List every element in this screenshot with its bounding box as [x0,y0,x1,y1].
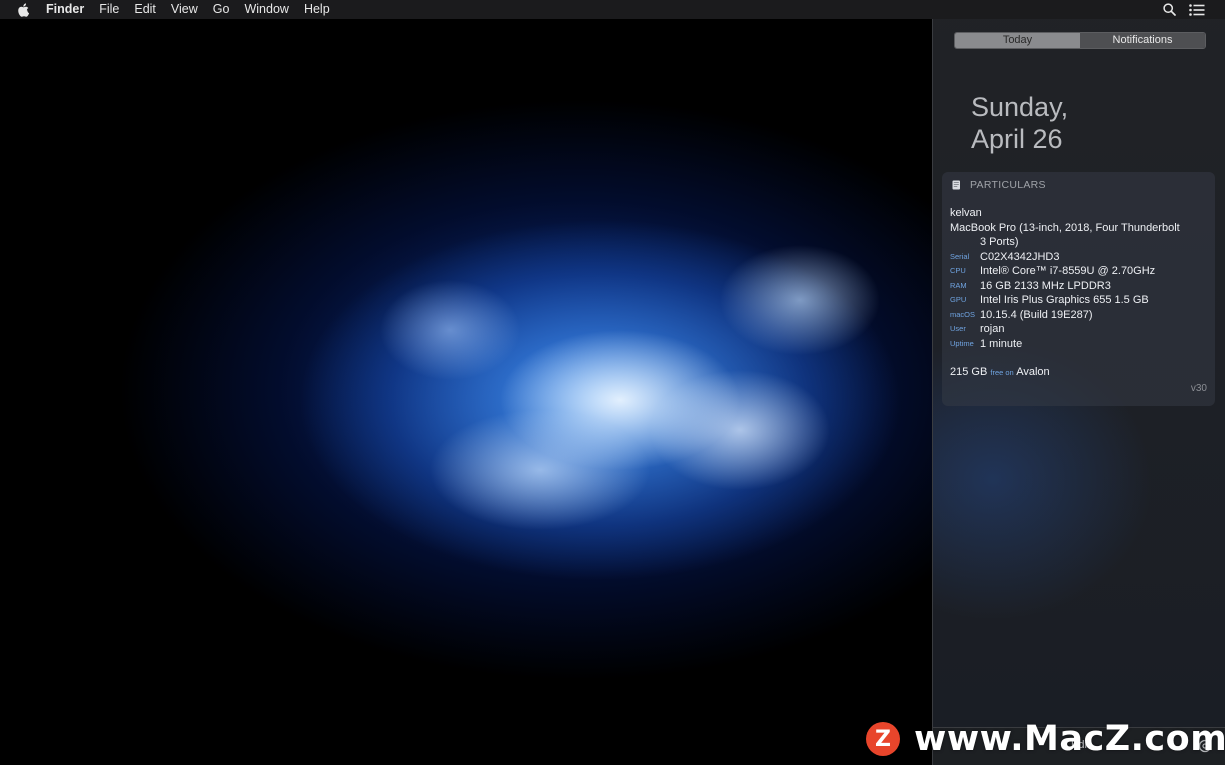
spec-row-cpu: CPU Intel® Core™ i7-8559U @ 2.70GHz [950,264,1210,279]
particulars-app-icon [952,180,961,190]
watermark-text: www.MacZ.com [914,719,1225,759]
spec-label: Serial [950,251,970,261]
spotlight-search-icon[interactable] [1163,3,1176,16]
widget-content: kelvan MacBook Pro (13-inch, 2018, Four … [950,206,1210,381]
spec-row-uptime: Uptime 1 minute [950,337,1210,352]
storage-volume: Avalon [1016,366,1050,378]
widget-title: PARTICULARS [970,179,1046,191]
spec-value: 16 GB 2133 MHz LPDDR3 [980,279,1111,292]
spec-label: Uptime [950,338,974,348]
tab-notifications[interactable]: Notifications [1080,33,1205,48]
menu-finder[interactable]: Finder [46,0,84,19]
menu-help[interactable]: Help [304,0,330,19]
tab-today[interactable]: Today [955,33,1080,48]
model-name: MacBook Pro (13-inch, 2018, Four Thunder… [950,221,1180,234]
spec-value: 10.15.4 (Build 19E287) [980,308,1093,321]
spec-label: CPU [950,266,966,275]
particulars-widget[interactable]: PARTICULARS kelvan MacBook Pro (13-inch,… [942,172,1215,406]
date-month-day: April 26 [971,124,1063,154]
spec-value: Intel® Core™ i7-8559U @ 2.70GHz [980,265,1156,277]
apple-logo-icon[interactable] [17,2,30,17]
storage-info: 215 GB free on Avalon [950,365,1210,381]
site-watermark: Z www.MacZ.com [866,719,1225,759]
menu-view[interactable]: View [171,0,198,19]
model-name-continued: 3 Ports) [980,236,1019,248]
spec-label: RAM [950,280,967,290]
desktop-screen: Finder File Edit View Go Window Help Tod… [0,0,1225,765]
storage-amount: 215 GB [950,366,988,378]
spec-row-macos: macOS 10.15.4 (Build 19E287) [950,308,1210,323]
storage-free-on: free on [990,368,1014,377]
spec-label: User [950,324,966,333]
spec-row-user: User rojan [950,322,1210,337]
notification-center-panel: Today Notifications Sunday, April 26 PAR… [932,19,1225,765]
spec-row-serial: Serial C02X4342JHD3 [950,250,1210,265]
menu-edit[interactable]: Edit [134,0,156,19]
today-notifications-segmented-control: Today Notifications [954,32,1206,49]
spec-value: C02X4342JHD3 [980,250,1060,263]
menu-go[interactable]: Go [213,0,230,19]
spec-value: Intel Iris Plus Graphics 655 1.5 GB [980,294,1149,306]
spec-label: GPU [950,295,967,304]
computer-name: kelvan [950,207,982,219]
spec-row-gpu: GPU Intel Iris Plus Graphics 655 1.5 GB [950,293,1210,308]
watermark-logo-icon: Z [866,722,900,756]
today-date: Sunday, April 26 [971,91,1068,155]
menu-file[interactable]: File [99,0,119,19]
spec-value: 1 minute [980,337,1023,350]
widget-version: v30 [1190,383,1207,394]
widget-header: PARTICULARS [952,177,1046,193]
menu-bar-extras [1163,0,1225,19]
spec-value: rojan [980,323,1005,335]
date-weekday: Sunday, [971,92,1069,122]
spec-row-ram: RAM 16 GB 2133 MHz LPDDR3 [950,279,1210,294]
menu-window[interactable]: Window [244,0,288,19]
menu-bar: Finder File Edit View Go Window Help [0,0,1225,19]
spec-label: macOS [950,309,976,319]
notification-center-icon[interactable] [1189,3,1205,16]
